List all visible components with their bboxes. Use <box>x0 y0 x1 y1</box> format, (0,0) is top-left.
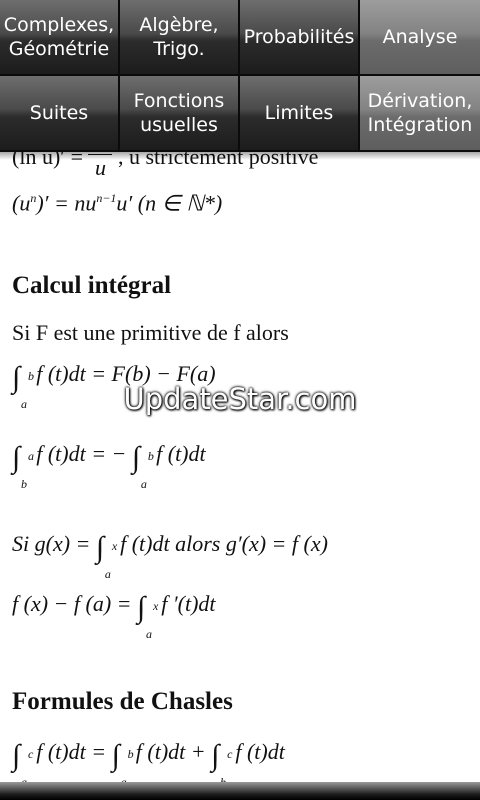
formula-reversed-bounds: ∫ a b f (t)dt = − ∫ b a f (t)dt <box>12 441 206 492</box>
integral-sign: ∫ c b <box>211 739 233 783</box>
formula-integral-function: Si g(x) = ∫ x a f (t)dt alors g′(x) = f (x) <box>12 531 328 582</box>
integral-sign: ∫ x a <box>137 591 159 642</box>
category-tab-grid: Complexes, Géométrie Algèbre, Trigo. Pro… <box>0 0 480 152</box>
top-scroll-shadow <box>0 152 480 160</box>
tab-row-bottom: Suites Fonctions usuelles Limites Dériva… <box>0 76 480 152</box>
tab-suites[interactable]: Suites <box>0 76 120 152</box>
watermark-overlay: UpdateStar.com <box>123 382 357 416</box>
tab-algebre-trigo[interactable]: Algèbre, Trigo. <box>120 0 240 76</box>
section-title-calcul-integral: Calcul intégral <box>12 272 172 299</box>
integral-sign: ∫ a b <box>12 441 34 492</box>
integral-sign: ∫ c a <box>12 739 34 783</box>
integral-sign: ∫ b a <box>131 441 154 492</box>
integral-sign: ∫ x a <box>95 531 118 582</box>
tab-derivation-integration[interactable]: Dérivation, Intégration <box>360 76 480 152</box>
formula-chasles: ∫ c a f (t)dt = ∫ b a f (t)dt + ∫ c b f (t)dt <box>12 739 285 783</box>
tab-probabilites[interactable]: Probabilités <box>240 0 360 76</box>
section-title-chasles: Formules de Chasles <box>12 688 233 715</box>
tab-row-top: Complexes, Géométrie Algèbre, Trigo. Pro… <box>0 0 480 76</box>
primitive-sentence: Si F est une primitive de f alors <box>12 320 289 345</box>
tab-analyse[interactable]: Analyse <box>360 0 480 76</box>
formula-scroll-view[interactable]: (ln u)′ = u′ u , u strictement positive … <box>0 152 480 782</box>
tab-fonctions-usuelles[interactable]: Fonctions usuelles <box>120 76 240 152</box>
tab-limites[interactable]: Limites <box>240 76 360 152</box>
tab-complexes-geometrie[interactable]: Complexes, Géométrie <box>0 0 120 76</box>
formula-power-derivative: (un)′ = nun−1u′ (n ∈ ℕ*) <box>12 190 223 216</box>
integral-sign: ∫ b a <box>111 739 134 783</box>
formula-difference: f (x) − f (a) = ∫ x a f ′(t)dt <box>12 591 216 642</box>
bottom-edge-shadow <box>0 782 480 800</box>
